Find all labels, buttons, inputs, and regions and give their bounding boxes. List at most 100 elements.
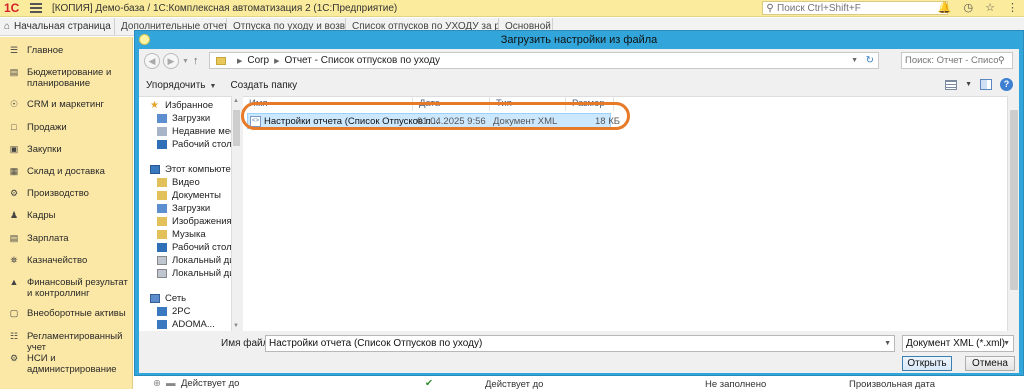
help-icon[interactable]: ? (1000, 78, 1013, 91)
nav-item-local-disk-1[interactable]: Локальный диск (139, 254, 231, 267)
menu-dots-icon[interactable]: ⋮ (1007, 1, 1018, 14)
finance-icon: ▲ (9, 277, 19, 287)
back-icon[interactable]: ◀ (144, 53, 160, 69)
row-text-right1: Не заполнено (705, 379, 767, 389)
tab-home[interactable]: ⌂ Начальная страница (0, 18, 115, 35)
sidebar-item-treasury[interactable]: ⛯ Казначейство (0, 255, 133, 266)
row-text-right2: Произвольная дата (849, 379, 936, 389)
up-folder-icon[interactable]: ↑ (193, 55, 199, 67)
downloads-icon (157, 114, 167, 123)
computer-icon (150, 165, 160, 174)
sidebar-item-production[interactable]: ⚙ Производство (0, 188, 133, 199)
salary-icon: ▤ (9, 233, 19, 243)
nav-item-desktop[interactable]: Рабочий стол (139, 138, 231, 151)
new-folder-button[interactable]: Создать папку (230, 80, 297, 91)
sidebar-item-assets[interactable]: ▢ Внеоборотные активы (0, 308, 133, 319)
checkbox-icon[interactable]: ✔ (425, 378, 433, 389)
global-search-input[interactable] (777, 2, 942, 14)
forward-icon[interactable]: ▶ (163, 53, 179, 69)
nav-item-downloads[interactable]: Загрузки (139, 112, 231, 125)
global-search[interactable]: ⚲ (762, 1, 948, 15)
sidebar-item-sales[interactable]: □ Продажи (0, 122, 133, 133)
music-folder-icon (157, 230, 167, 239)
nav-item-recent[interactable]: Недавние места (139, 125, 231, 138)
sidebar-item-purchases[interactable]: ▣ Закупки (0, 144, 133, 155)
dialog-app-icon (139, 34, 150, 45)
nav-network[interactable]: Сеть (139, 292, 231, 305)
favorites-star-icon[interactable]: ☆ (985, 1, 995, 14)
scroll-down-icon[interactable]: ▼ (233, 323, 239, 329)
column-header-size[interactable]: Размер (566, 97, 614, 111)
nav-this-pc[interactable]: Этот компьютер (139, 163, 231, 176)
address-dropdown-icon[interactable]: ▼ (851, 53, 858, 68)
computer-icon (157, 320, 167, 329)
nav-item-pictures[interactable]: Изображения (139, 215, 231, 228)
file-list-scrollbar[interactable] (1007, 96, 1019, 331)
nav-item-pc-desktop[interactable]: Рабочий стол (139, 241, 231, 254)
cancel-button[interactable]: Отмена (965, 356, 1015, 371)
sidebar-item-budget[interactable]: ▤ Бюджетирование и планирование (0, 67, 133, 89)
sidebar-item-admin[interactable]: ⚙ НСИ и администрирование (0, 353, 133, 375)
history-icon[interactable]: ◷ (964, 1, 974, 14)
file-date: 01.04.2025 9:56 (417, 116, 486, 127)
sidebar-item-hr[interactable]: ♟ Кадры (0, 210, 133, 221)
breadcrumb-current-folder[interactable]: Отчет - Список отпусков по уходу (284, 55, 440, 66)
xml-file-icon: <> (250, 115, 261, 127)
nav-item-video[interactable]: Видео (139, 176, 231, 189)
column-header-date[interactable]: Дата изменения (413, 97, 490, 123)
hr-icon: ♟ (9, 210, 19, 220)
file-scroll-thumb[interactable] (1010, 110, 1018, 290)
address-bar[interactable]: ▶ Corp ▶ Отчет - Список отпусков по уход… (209, 52, 879, 69)
nav-pane-scrollbar[interactable]: ▲ ▼ (231, 96, 241, 331)
sidebar-item-crm[interactable]: ☉ CRM и маркетинг (0, 99, 133, 110)
sidebar-item-accounting[interactable]: ☷ Регламентированный учет (0, 331, 133, 353)
nav-favorites[interactable]: ★ Избранное (139, 99, 231, 112)
desktop-icon (157, 243, 167, 252)
row-text-mid: Действует до (485, 379, 544, 389)
breadcrumb-separator-icon[interactable]: ▶ (274, 57, 279, 65)
filetype-dropdown-icon[interactable]: ▼ (1003, 336, 1010, 351)
notification-bell-icon[interactable]: 🔔 (938, 1, 952, 14)
dialog-titlebar[interactable]: Загрузить настройки из файла (135, 31, 1023, 49)
organize-button[interactable]: Упорядочить ▼ (146, 80, 216, 91)
column-header-name[interactable]: Имя (243, 97, 413, 111)
nav-item-local-disk-2[interactable]: Локальный диск (139, 267, 231, 280)
star-icon: ★ (150, 100, 159, 111)
view-controls: ▼ ? (945, 78, 1013, 91)
file-row[interactable]: <> Настройки отчета (Список Отпусков п..… (247, 113, 620, 129)
view-mode-dropdown-icon[interactable]: ▼ (965, 81, 972, 88)
nav-item-pc-downloads[interactable]: Загрузки (139, 202, 231, 215)
filename-value: Настройки отчета (Список Отпусков по ухо… (269, 338, 483, 349)
filename-dropdown-icon[interactable]: ▼ (884, 336, 891, 351)
nav-item-2pc[interactable]: 2PC (139, 305, 231, 318)
home-icon: ⌂ (4, 21, 11, 32)
drive-icon (157, 256, 167, 265)
view-mode-icon[interactable] (945, 79, 958, 90)
folder-search[interactable]: ⚲ (901, 52, 1013, 69)
breadcrumb-corp[interactable]: Corp (247, 55, 269, 66)
open-button[interactable]: Открыть (902, 356, 952, 371)
expand-icon[interactable]: ⊕ (153, 378, 161, 389)
main-menu-icon[interactable] (30, 3, 42, 13)
scroll-up-icon[interactable]: ▲ (233, 98, 239, 104)
titlebar-icons: 🔔 ◷ ☆ ⋮ (938, 1, 1018, 14)
file-size: 18 КБ (595, 116, 620, 127)
refresh-icon[interactable]: ↻ (866, 53, 874, 68)
search-icon[interactable]: ⚲ (998, 55, 1005, 66)
filename-input[interactable]: Настройки отчета (Список Отпусков по ухо… (265, 335, 895, 352)
nav-scroll-thumb[interactable] (233, 110, 240, 146)
sidebar-item-warehouse[interactable]: ▦ Склад и доставка (0, 166, 133, 177)
nav-item-network-pc[interactable]: ADOMA... (139, 318, 231, 331)
sidebar-item-finance[interactable]: ▲ Финансовый результат и контроллинг (0, 277, 133, 299)
production-icon: ⚙ (9, 188, 19, 198)
folder-search-input[interactable] (902, 55, 998, 66)
sidebar-item-main[interactable]: ☰ Главное (0, 45, 133, 56)
column-header-type[interactable]: Тип (490, 97, 566, 111)
recent-locations-icon[interactable]: ▼ (182, 58, 189, 65)
sidebar-item-salary[interactable]: ▤ Зарплата (0, 233, 133, 244)
breadcrumb-separator-icon[interactable]: ▶ (237, 57, 242, 65)
nav-item-music[interactable]: Музыка (139, 228, 231, 241)
filetype-select[interactable]: Документ XML (*.xml) ▼ (902, 335, 1014, 352)
nav-item-documents[interactable]: Документы (139, 189, 231, 202)
preview-pane-icon[interactable] (980, 79, 992, 90)
